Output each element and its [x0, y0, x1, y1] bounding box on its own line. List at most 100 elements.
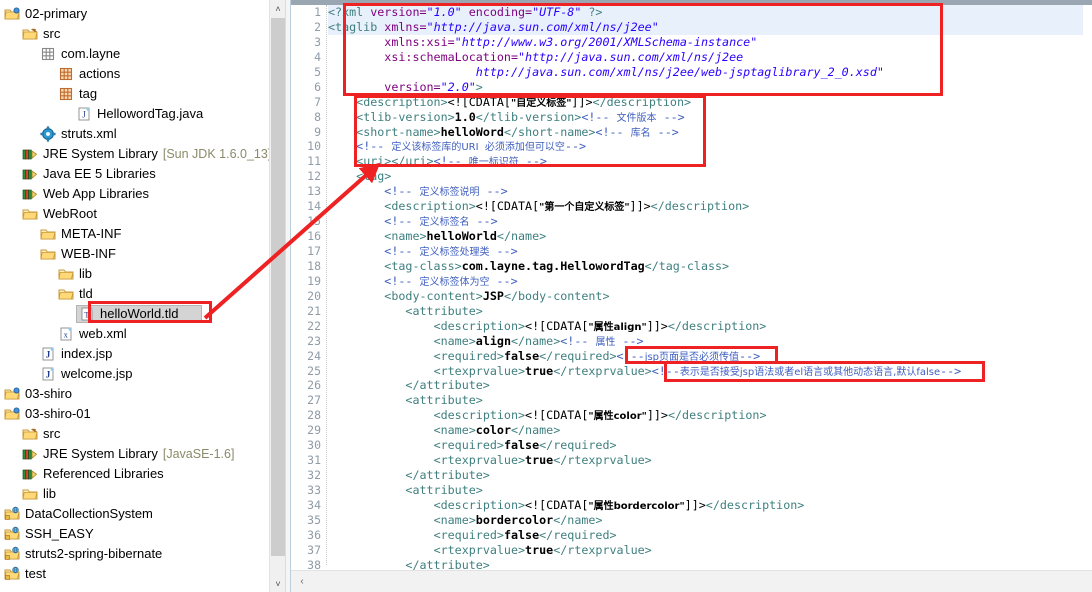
- web-project-icon: [4, 526, 21, 542]
- svg-text:J: J: [82, 110, 86, 120]
- line-number: 2: [314, 19, 321, 34]
- code-line[interactable]: </attribute>: [328, 378, 1083, 393]
- tree-item[interactable]: src: [0, 424, 285, 444]
- tree-item-selected[interactable]: ThelloWorld.tld: [0, 304, 285, 324]
- code-line[interactable]: <tag>: [328, 169, 1083, 184]
- code-line[interactable]: </attribute>: [328, 468, 1083, 483]
- tree-item[interactable]: WebRoot: [0, 204, 285, 224]
- code-line[interactable]: <!-- 定义标签说明 -->: [328, 184, 1083, 199]
- java-file-icon: J: [76, 106, 93, 122]
- code-line[interactable]: <description><![CDATA["属性align"]]></desc…: [328, 319, 1083, 334]
- folder-icon: [22, 486, 39, 502]
- scroll-left-arrow-icon[interactable]: ‹: [291, 571, 313, 592]
- tree-item[interactable]: test: [0, 564, 285, 584]
- tree-item[interactable]: SSH_EASY: [0, 524, 285, 544]
- code-line[interactable]: <name>helloWorld</name>: [328, 229, 1083, 244]
- tree-item[interactable]: tld: [0, 284, 285, 304]
- tree-item[interactable]: tag: [0, 84, 285, 104]
- code-line[interactable]: <taglib xmlns="http://java.sun.com/xml/n…: [328, 19, 1083, 35]
- code-line[interactable]: <rtexprvalue>true</rtexprvalue>: [328, 543, 1083, 558]
- tree-item-label: 03-shiro: [25, 386, 72, 401]
- tree-item[interactable]: lib: [0, 484, 285, 504]
- tree-item[interactable]: Java EE 5 Libraries: [0, 164, 285, 184]
- line-number: 10: [307, 139, 321, 154]
- scroll-down-arrow-icon[interactable]: ˅: [270, 575, 285, 592]
- tree-item[interactable]: WEB-INF: [0, 244, 285, 264]
- tree-item[interactable]: 03-shiro: [0, 384, 285, 404]
- tree-item[interactable]: Referenced Libraries: [0, 464, 285, 484]
- code-line[interactable]: <name>color</name>: [328, 423, 1083, 438]
- tree-item[interactable]: com.layne: [0, 44, 285, 64]
- line-number: 37: [307, 542, 321, 557]
- line-number: 31: [307, 453, 321, 468]
- package-explorer-panel[interactable]: 02-primary src com.layne actions tag J Hellowo…: [0, 0, 285, 592]
- code-line[interactable]: <tlib-version>1.0</tlib-version><!-- 文件版…: [328, 110, 1083, 125]
- library-icon: [22, 446, 39, 462]
- code-line[interactable]: <rtexprvalue>true</rtexprvalue>: [328, 453, 1083, 468]
- line-number: 23: [307, 333, 321, 348]
- tree-item[interactable]: 03-shiro-01: [0, 404, 285, 424]
- tree-item[interactable]: x web.xml: [0, 324, 285, 344]
- code-line[interactable]: <tag-class>com.layne.tag.HellowordTag</t…: [328, 259, 1083, 274]
- code-line[interactable]: <!-- 定义标签名 -->: [328, 214, 1083, 229]
- code-line[interactable]: <name>bordercolor</name>: [328, 513, 1083, 528]
- line-number: 25: [307, 363, 321, 378]
- tree-item[interactable]: src: [0, 24, 285, 44]
- project-tree[interactable]: 02-primary src com.layne actions tag J Hellowo…: [0, 4, 285, 584]
- svg-text:T: T: [84, 310, 90, 320]
- tree-item[interactable]: META-INF: [0, 224, 285, 244]
- line-number: 35: [307, 512, 321, 527]
- tree-item-label: helloWorld.tld: [100, 306, 179, 321]
- code-line[interactable]: <rtexprvalue>true</rtexprvalue><!--表示是否接…: [328, 364, 1083, 379]
- code-line[interactable]: <?xml version="1.0" encoding="UTF-8" ?>: [328, 5, 1083, 20]
- code-line[interactable]: <attribute>: [328, 393, 1083, 408]
- tree-item[interactable]: struts.xml: [0, 124, 285, 144]
- code-line[interactable]: <uri></uri><!-- 唯一标识符 -->: [328, 154, 1083, 169]
- line-number: 15: [307, 214, 321, 229]
- code-content-area[interactable]: <?xml version="1.0" encoding="UTF-8" ?> <…: [328, 5, 1083, 572]
- tree-item[interactable]: DataCollectionSystem: [0, 504, 285, 524]
- code-line[interactable]: xsi:schemaLocation="http://java.sun.com/…: [328, 50, 1083, 65]
- tree-item[interactable]: JRE System Library [JavaSE-1.6]: [0, 444, 285, 464]
- code-line[interactable]: <attribute>: [328, 304, 1083, 319]
- tree-item[interactable]: actions: [0, 64, 285, 84]
- code-line[interactable]: xmlns:xsi="http://www.w3.org/2001/XMLSch…: [328, 35, 1083, 50]
- tree-item[interactable]: Web App Libraries: [0, 184, 285, 204]
- scrollbar-thumb[interactable]: [271, 18, 285, 556]
- tree-item[interactable]: J HellowordTag.java: [0, 104, 285, 124]
- code-line[interactable]: <description><![CDATA["第一个自定义标签"]]></des…: [328, 199, 1083, 214]
- code-line[interactable]: <description><![CDATA["自定义标签"]]></descri…: [328, 95, 1083, 110]
- folder-icon: [58, 266, 75, 282]
- sidebar-vertical-scrollbar[interactable]: ˄ ˅: [269, 0, 285, 592]
- jsp-file-icon: J: [40, 346, 57, 362]
- editor-horizontal-scrollbar[interactable]: ‹: [291, 570, 1092, 592]
- code-line[interactable]: <attribute>: [328, 483, 1083, 498]
- code-line[interactable]: <required>false</required>: [328, 438, 1083, 453]
- code-line[interactable]: <description><![CDATA["属性color"]]></desc…: [328, 408, 1083, 423]
- line-number-gutter: 1 2 3 4 5 6 7 8 9 10 11 12 13 14 15 16 17 18 19 20 21 22 23 24 2…: [291, 5, 327, 572]
- code-line[interactable]: <!-- 定义标签体为空 -->: [328, 274, 1083, 289]
- tree-item[interactable]: Jwelcome.jsp: [0, 364, 285, 384]
- code-line[interactable]: http://java.sun.com/xml/ns/j2ee/web-jspt…: [328, 65, 1083, 80]
- code-line[interactable]: <required>false</required>: [328, 528, 1083, 543]
- code-line[interactable]: <short-name>helloWord</short-name><!-- 库…: [328, 125, 1083, 140]
- tree-item[interactable]: 02-primary: [0, 4, 285, 24]
- code-line[interactable]: <description><![CDATA["属性bordercolor"]]>…: [328, 498, 1083, 513]
- code-line[interactable]: <required>false</required><!--jsp页面是否必须传…: [328, 349, 1083, 364]
- tree-item[interactable]: Jindex.jsp: [0, 344, 285, 364]
- code-line[interactable]: <!-- 定义该标签库的URI 必须添加但可以空-->: [328, 139, 1083, 154]
- code-line[interactable]: version="2.0">: [328, 80, 1083, 95]
- svg-text:J: J: [46, 370, 51, 380]
- tree-item[interactable]: lib: [0, 264, 285, 284]
- tree-item[interactable]: JRE System Library [Sun JDK 1.6.0_13]: [0, 144, 285, 164]
- tree-item-label: WebRoot: [43, 206, 97, 221]
- folder-icon: [40, 226, 57, 242]
- tree-item[interactable]: struts2-spring-bibernate: [0, 544, 285, 564]
- code-line[interactable]: <!-- 定义标签处理类 -->: [328, 244, 1083, 259]
- web-project-icon: [4, 566, 21, 582]
- line-number: 7: [314, 94, 321, 109]
- code-line[interactable]: <name>align</name><!-- 属性 -->: [328, 334, 1083, 349]
- xml-editor-panel[interactable]: 1 2 3 4 5 6 7 8 9 10 11 12 13 14 15 16 17 18 19 20 21 22 23 24 2…: [291, 0, 1092, 592]
- scroll-up-arrow-icon[interactable]: ˄: [270, 0, 285, 17]
- code-line[interactable]: <body-content>JSP</body-content>: [328, 289, 1083, 304]
